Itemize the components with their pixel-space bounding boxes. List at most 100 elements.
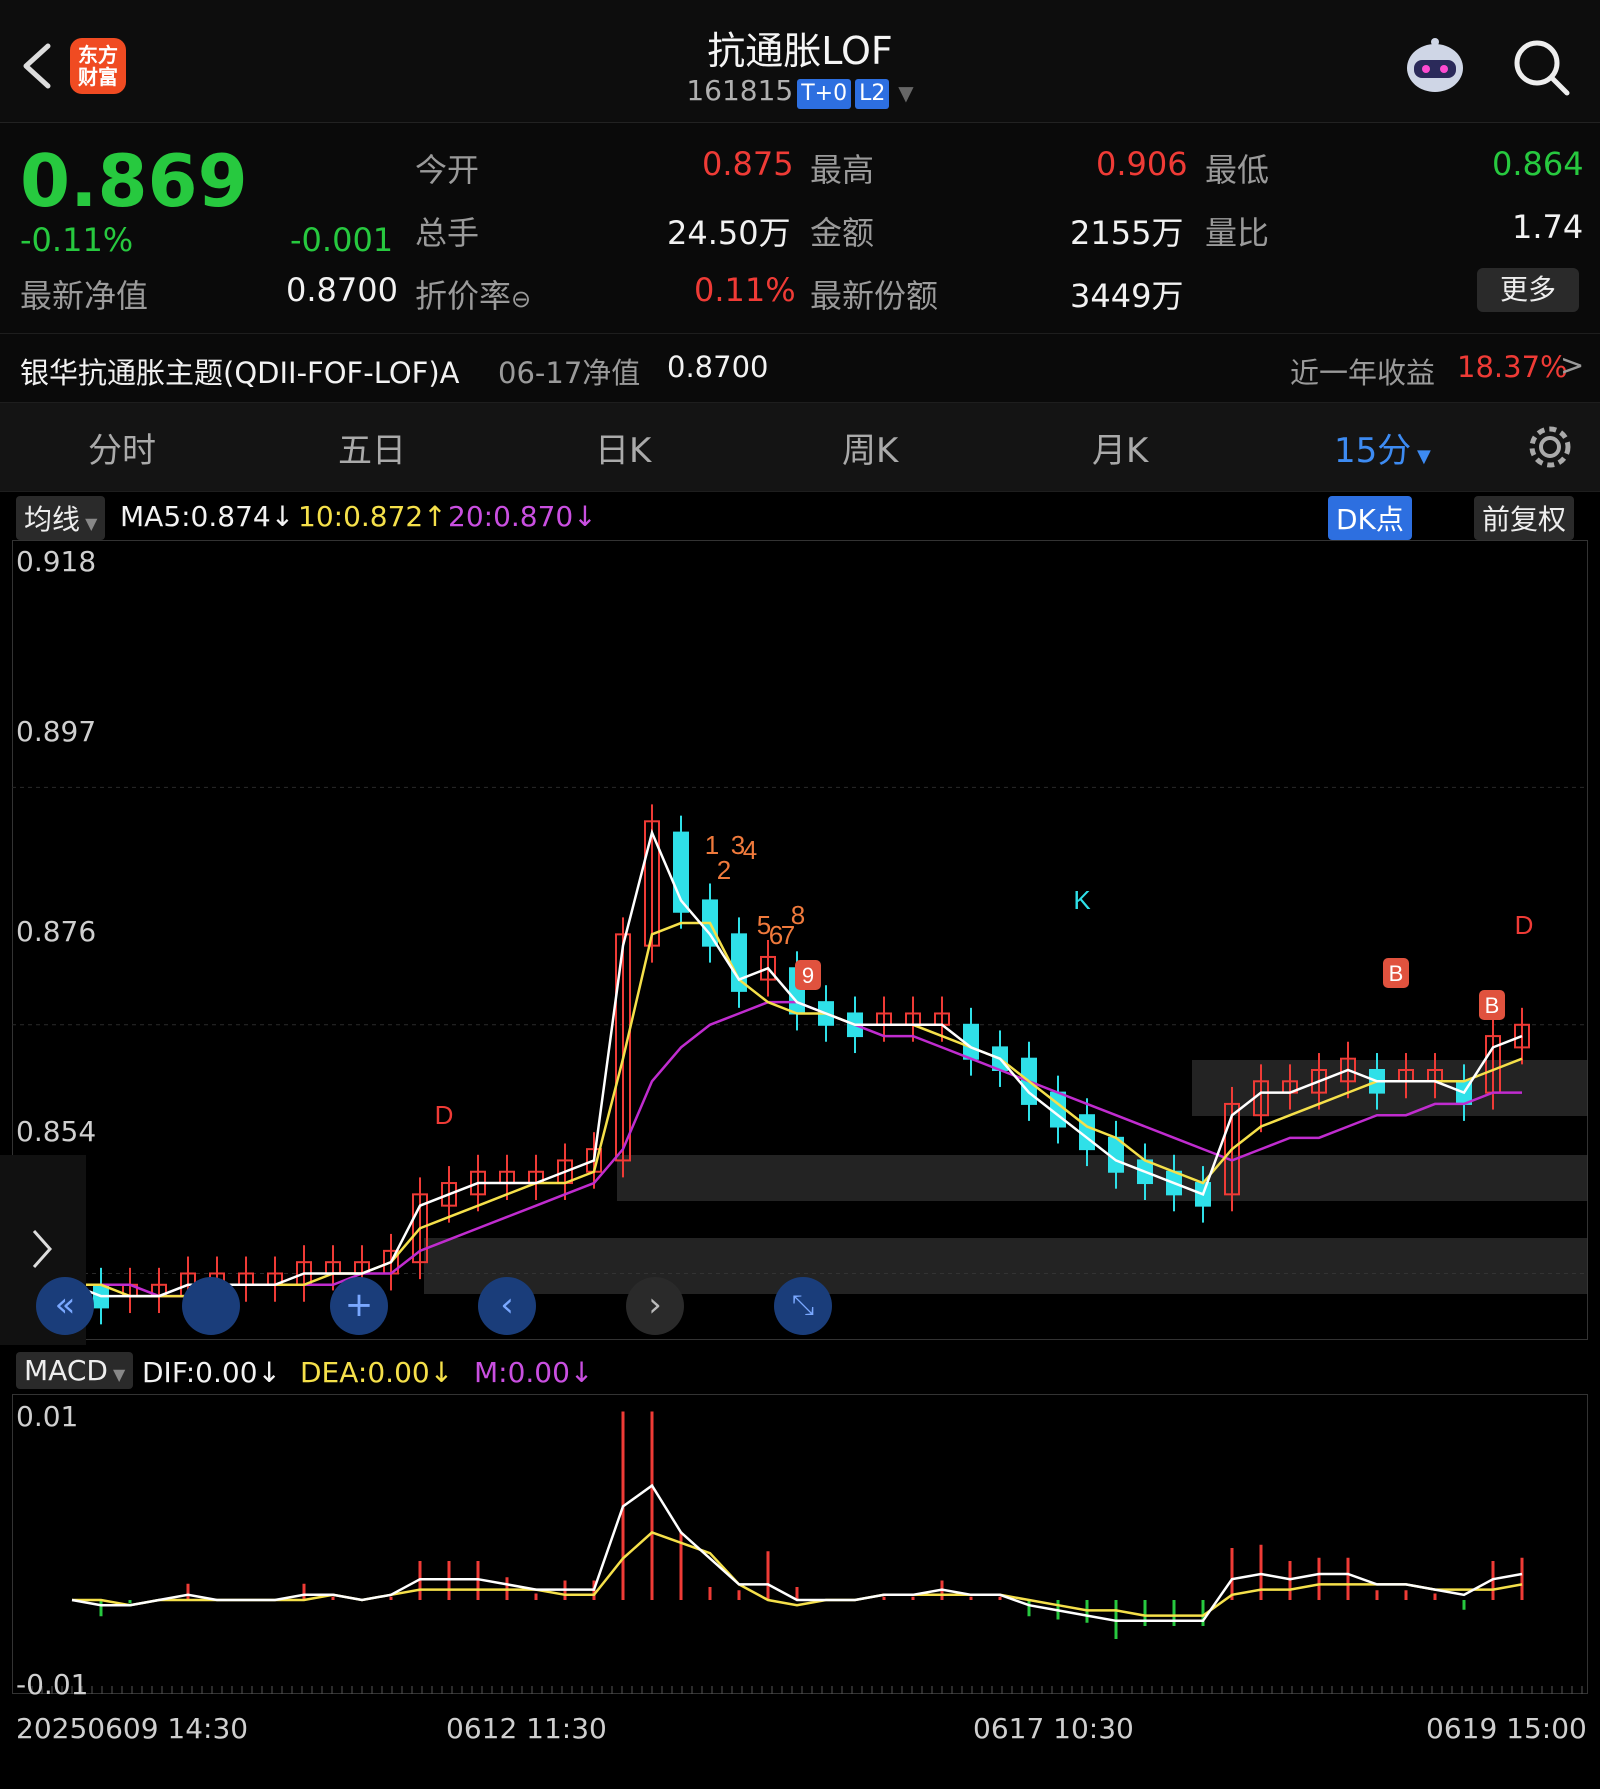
- period-tabs: 分时 五日 日K 周K 月K 15分 ▼: [0, 402, 1600, 492]
- macd-bottom-label: -0.01: [16, 1668, 89, 1701]
- time-label: 20250609 14:30: [16, 1712, 249, 1745]
- open-label: 今开: [415, 151, 480, 189]
- scroll-left-icon[interactable]: ‹: [478, 1277, 536, 1335]
- fund-info-row[interactable]: 银华抗通胀主题(QDII-FOF-LOF)A 06-17净值 0.8700 近一…: [0, 333, 1600, 402]
- macd-selector-label: MACD: [24, 1354, 108, 1387]
- zoom-in-icon[interactable]: +: [330, 1277, 388, 1335]
- discount-label[interactable]: 折价率⊖: [415, 271, 531, 317]
- chevron-right-icon[interactable]: >: [1560, 348, 1584, 382]
- stock-code-row[interactable]: 161815 T+0 L2 ▼: [0, 74, 1600, 109]
- ma20-legend: 20:0.870↓: [448, 500, 597, 533]
- candle-body: [963, 1023, 979, 1060]
- y-tick-label: 0.876: [16, 915, 97, 948]
- time-label: 0617 10:30: [973, 1712, 1134, 1745]
- page-title: 抗通胀LOF: [707, 29, 893, 73]
- caret-down-icon: ▼: [1411, 446, 1431, 467]
- signal-marker: 4: [743, 835, 757, 865]
- adjust-button[interactable]: 前复权: [1474, 496, 1575, 540]
- dk-point-button[interactable]: DK点: [1328, 496, 1412, 540]
- caret-down-icon[interactable]: ▼: [898, 81, 913, 105]
- chart-frame: [12, 540, 1588, 1340]
- fund-nav-date: 06-17净值: [498, 356, 641, 390]
- dif-legend: DIF:0.00↓: [142, 1356, 281, 1389]
- tab-intraday[interactable]: 分时: [88, 423, 156, 472]
- candle-body: [1050, 1091, 1066, 1128]
- year-return-value: 18.37%: [1457, 350, 1568, 384]
- macd-top-label: 0.01: [16, 1400, 79, 1433]
- zoom-out-icon[interactable]: [182, 1277, 240, 1335]
- candlestick-chart[interactable]: 123456789KBBSDD: [12, 540, 1588, 1340]
- shares-label: 最新份额: [810, 277, 939, 315]
- open-value: 0.875: [702, 145, 794, 183]
- tab-weekly-k[interactable]: 周K: [842, 423, 898, 472]
- badge-t0: T+0: [797, 79, 852, 109]
- signal-marker: B: [1485, 993, 1500, 1018]
- nav-value: 0.8700: [286, 271, 398, 309]
- discount-value: 0.11%: [694, 271, 796, 309]
- last-price: 0.869: [20, 139, 248, 223]
- signal-marker: 2: [717, 855, 731, 885]
- fullscreen-icon[interactable]: ⤡: [774, 1277, 832, 1335]
- volume-label: 总手: [415, 214, 480, 252]
- low-value: 0.864: [1492, 145, 1584, 183]
- amount-label: 金额: [810, 214, 875, 252]
- signal-marker: D: [435, 1100, 454, 1130]
- badge-l2: L2: [855, 79, 890, 109]
- tab-monthly-k[interactable]: 月K: [1092, 423, 1148, 472]
- nav-label: 最新净值: [20, 277, 149, 315]
- search-icon[interactable]: [1512, 38, 1572, 98]
- year-return-label: 近一年收益: [1290, 356, 1436, 390]
- ma-selector[interactable]: 均线 ▼: [16, 496, 106, 540]
- tab-five-day[interactable]: 五日: [338, 423, 406, 472]
- high-label: 最高: [810, 151, 875, 189]
- signal-marker: D: [1515, 910, 1534, 940]
- support-zone: [617, 1155, 1588, 1201]
- gear-icon[interactable]: [1526, 423, 1574, 471]
- m-legend: M:0.00↓: [474, 1356, 594, 1389]
- volume-ratio-value: 1.74: [1512, 208, 1584, 246]
- volume-ratio-label: 量比: [1205, 214, 1270, 252]
- ma-selector-label: 均线: [24, 503, 81, 536]
- scroll-right-icon[interactable]: ›: [626, 1277, 684, 1335]
- tab-15min[interactable]: 15分 ▼: [1334, 423, 1431, 472]
- jump-start-icon[interactable]: «: [36, 1277, 94, 1335]
- fund-nav-value: 0.8700: [667, 350, 769, 384]
- ma10-legend: 10:0.872↑: [298, 500, 447, 533]
- y-tick-label: 0.854: [16, 1115, 97, 1148]
- chevron-right-icon: [32, 1230, 53, 1268]
- change-amount: -0.001: [290, 221, 394, 259]
- volume-value: 24.50万: [667, 214, 791, 252]
- signal-marker: 8: [791, 900, 805, 930]
- high-value: 0.906: [1096, 145, 1188, 183]
- dea-line: [72, 1530, 1523, 1617]
- dea-legend: DEA:0.00↓: [300, 1356, 454, 1389]
- y-tick-label: 0.897: [16, 715, 97, 748]
- discount-label-text: 折价率: [415, 277, 512, 315]
- fund-name: 银华抗通胀主题(QDII-FOF-LOF)A: [20, 356, 460, 390]
- signal-marker: B: [1389, 961, 1404, 986]
- tab-daily-k[interactable]: 日K: [595, 423, 651, 472]
- amount-value: 2155万: [1070, 214, 1184, 252]
- ma5-legend: MA5:0.874↓: [120, 500, 295, 533]
- low-label: 最低: [1205, 151, 1270, 189]
- signal-marker: K: [1073, 885, 1091, 915]
- macd-frame: [12, 1394, 1588, 1694]
- support-zone: [424, 1238, 1588, 1294]
- time-label: 0619 15:00: [1426, 1712, 1587, 1745]
- header: 东方 财富 抗通胀LOF 161815 T+0 L2 ▼: [0, 0, 1600, 123]
- signal-marker: 9: [802, 963, 814, 988]
- support-zone: [1192, 1060, 1588, 1116]
- time-label: 0612 11:30: [446, 1712, 607, 1745]
- y-tick-label: 0.918: [16, 545, 97, 578]
- macd-selector[interactable]: MACD ▼: [16, 1352, 134, 1389]
- shares-value: 3449万: [1070, 277, 1184, 315]
- robot-icon[interactable]: [1400, 30, 1470, 100]
- candle-body: [1079, 1114, 1095, 1151]
- tab-15min-label: 15分: [1334, 431, 1412, 471]
- stock-code: 161815: [686, 74, 794, 107]
- more-button[interactable]: 更多: [1477, 268, 1579, 312]
- change-percent: -0.11%: [20, 221, 134, 259]
- info-icon[interactable]: ⊖: [511, 285, 531, 313]
- quote-panel: 0.869 -0.11% -0.001 最新净值 0.8700 今开 0.875…: [0, 123, 1600, 333]
- macd-chart[interactable]: [12, 1394, 1588, 1694]
